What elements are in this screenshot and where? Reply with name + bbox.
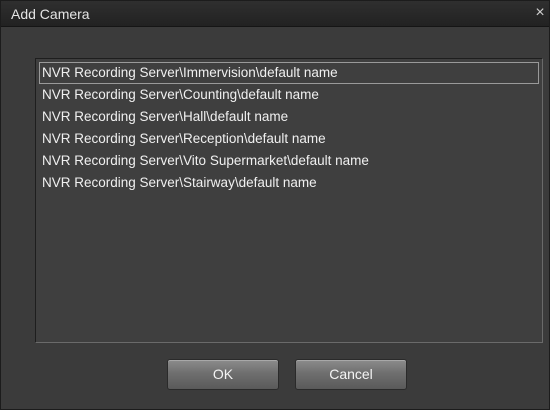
close-icon[interactable]: × xyxy=(531,4,549,22)
ok-button[interactable]: OK xyxy=(167,359,279,390)
add-camera-dialog: Add Camera × NVR Recording Server\Immerv… xyxy=(0,0,550,410)
camera-list-item[interactable]: NVR Recording Server\Counting\default na… xyxy=(39,84,539,106)
dialog-titlebar[interactable]: Add Camera × xyxy=(1,1,549,27)
camera-list-item[interactable]: NVR Recording Server\Reception\default n… xyxy=(39,128,539,150)
cancel-button[interactable]: Cancel xyxy=(295,359,407,390)
camera-list-item[interactable]: NVR Recording Server\Hall\default name xyxy=(39,106,539,128)
camera-list[interactable]: NVR Recording Server\Immervision\default… xyxy=(35,58,543,343)
dialog-title: Add Camera xyxy=(11,6,90,22)
camera-list-item[interactable]: NVR Recording Server\Stairway\default na… xyxy=(39,172,539,194)
camera-list-item[interactable]: NVR Recording Server\Vito Supermarket\de… xyxy=(39,150,539,172)
camera-list-item[interactable]: NVR Recording Server\Immervision\default… xyxy=(39,62,539,84)
